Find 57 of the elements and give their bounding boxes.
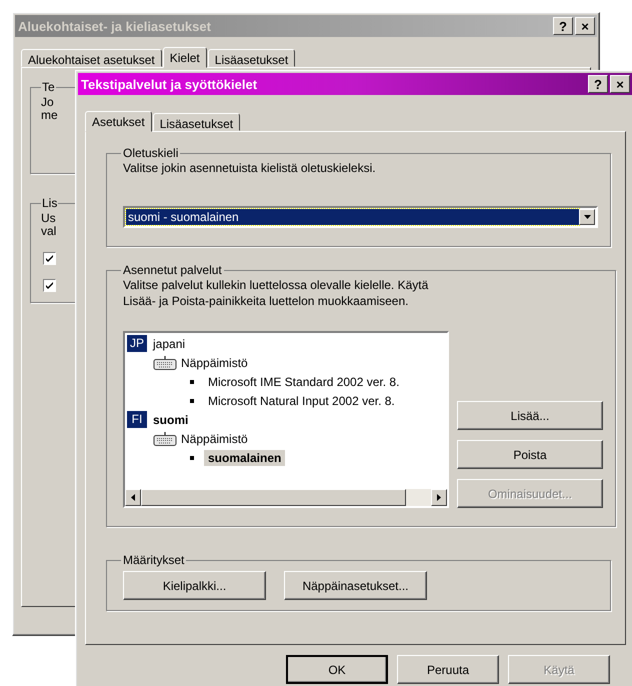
group-text: Jo xyxy=(41,96,54,109)
language-badge: JP xyxy=(127,335,147,352)
checkbox[interactable] xyxy=(43,279,56,292)
group-label: Lis xyxy=(41,196,58,210)
tree-item[interactable]: suomi xyxy=(153,412,188,426)
window-title: Tekstipalvelut ja syöttökielet xyxy=(81,76,258,92)
keyboard-icon xyxy=(153,356,177,370)
description-text: Valitse jokin asennetuista kielistä oletuskieleksi. xyxy=(123,160,377,176)
group-text: val xyxy=(41,225,56,238)
tree-item[interactable]: suomalainen xyxy=(204,450,286,466)
description-text: Lisää- ja Poista-painikkeita luettelon muokkaamiseen. xyxy=(123,293,410,309)
tree-item[interactable]: Näppäimistö xyxy=(181,432,248,446)
scroll-right-button[interactable] xyxy=(431,489,447,506)
description-text: Valitse palvelut kullekin luettelossa olevalle kielelle. Käytä xyxy=(123,277,430,293)
keyboard-icon xyxy=(153,432,177,446)
language-badge: FI xyxy=(127,411,147,428)
scroll-left-button[interactable] xyxy=(125,489,141,506)
tree-item[interactable]: Näppäimistö xyxy=(181,356,248,370)
tree-item[interactable]: Microsoft IME Standard 2002 ver. 8. xyxy=(208,374,400,388)
scrollbar-thumb[interactable] xyxy=(141,489,406,506)
group-label: Oletuskieli xyxy=(122,146,180,160)
tab[interactable]: Lisäasetukset xyxy=(152,113,240,131)
button: Ominaisuudet... xyxy=(457,479,603,508)
dropdown-value: suomi - suomalainen xyxy=(126,209,579,225)
right-arrow-icon xyxy=(437,494,441,501)
button[interactable]: Kielipalkki... xyxy=(123,571,266,600)
button[interactable]: Lisää... xyxy=(457,401,603,430)
button: Käytä xyxy=(508,655,610,684)
tab[interactable]: Lisäasetukset xyxy=(208,49,296,67)
window-title: Aluekohtaiset- ja kieliasetukset xyxy=(18,18,212,34)
checkmark-icon xyxy=(45,281,54,290)
help-button[interactable]: ? xyxy=(553,17,573,35)
tab[interactable]: Asetukset xyxy=(85,111,152,132)
group-text: me xyxy=(41,109,58,122)
checkbox[interactable] xyxy=(43,252,56,265)
services-tree[interactable]: JP japani Näppäimistö Microsoft IME Standard 2002 ver. 8. Microsoft Natural Input 2002 ver. 8. FI suomi Näppäimistö suomalainen xyxy=(123,331,449,508)
button[interactable]: Peruuta xyxy=(397,655,499,684)
button[interactable]: Näppäinasetukset... xyxy=(284,571,427,600)
bullet-icon xyxy=(190,456,194,460)
checkmark-icon xyxy=(45,254,54,263)
language-dropdown[interactable]: suomi - suomalainen xyxy=(123,206,598,228)
tab[interactable]: Kielet xyxy=(162,47,207,68)
tree-item[interactable]: japani xyxy=(153,336,186,350)
help-button[interactable]: ? xyxy=(588,75,608,93)
left-arrow-icon xyxy=(131,494,135,501)
close-button[interactable]: × xyxy=(575,17,595,35)
group-label: Te xyxy=(41,80,56,94)
bullet-icon xyxy=(190,380,194,384)
button[interactable]: Poista xyxy=(457,440,603,469)
bullet-icon xyxy=(190,398,194,402)
close-button[interactable]: × xyxy=(610,75,630,93)
group-label: Määritykset xyxy=(122,553,186,567)
group-label: Asennetut palvelut xyxy=(122,263,223,277)
button[interactable]: OK xyxy=(286,655,388,684)
tab[interactable]: Aluekohtaiset asetukset xyxy=(21,49,162,67)
tree-item[interactable]: Microsoft Natural Input 2002 ver. 8. xyxy=(208,394,395,408)
group-text: Us xyxy=(41,212,56,225)
